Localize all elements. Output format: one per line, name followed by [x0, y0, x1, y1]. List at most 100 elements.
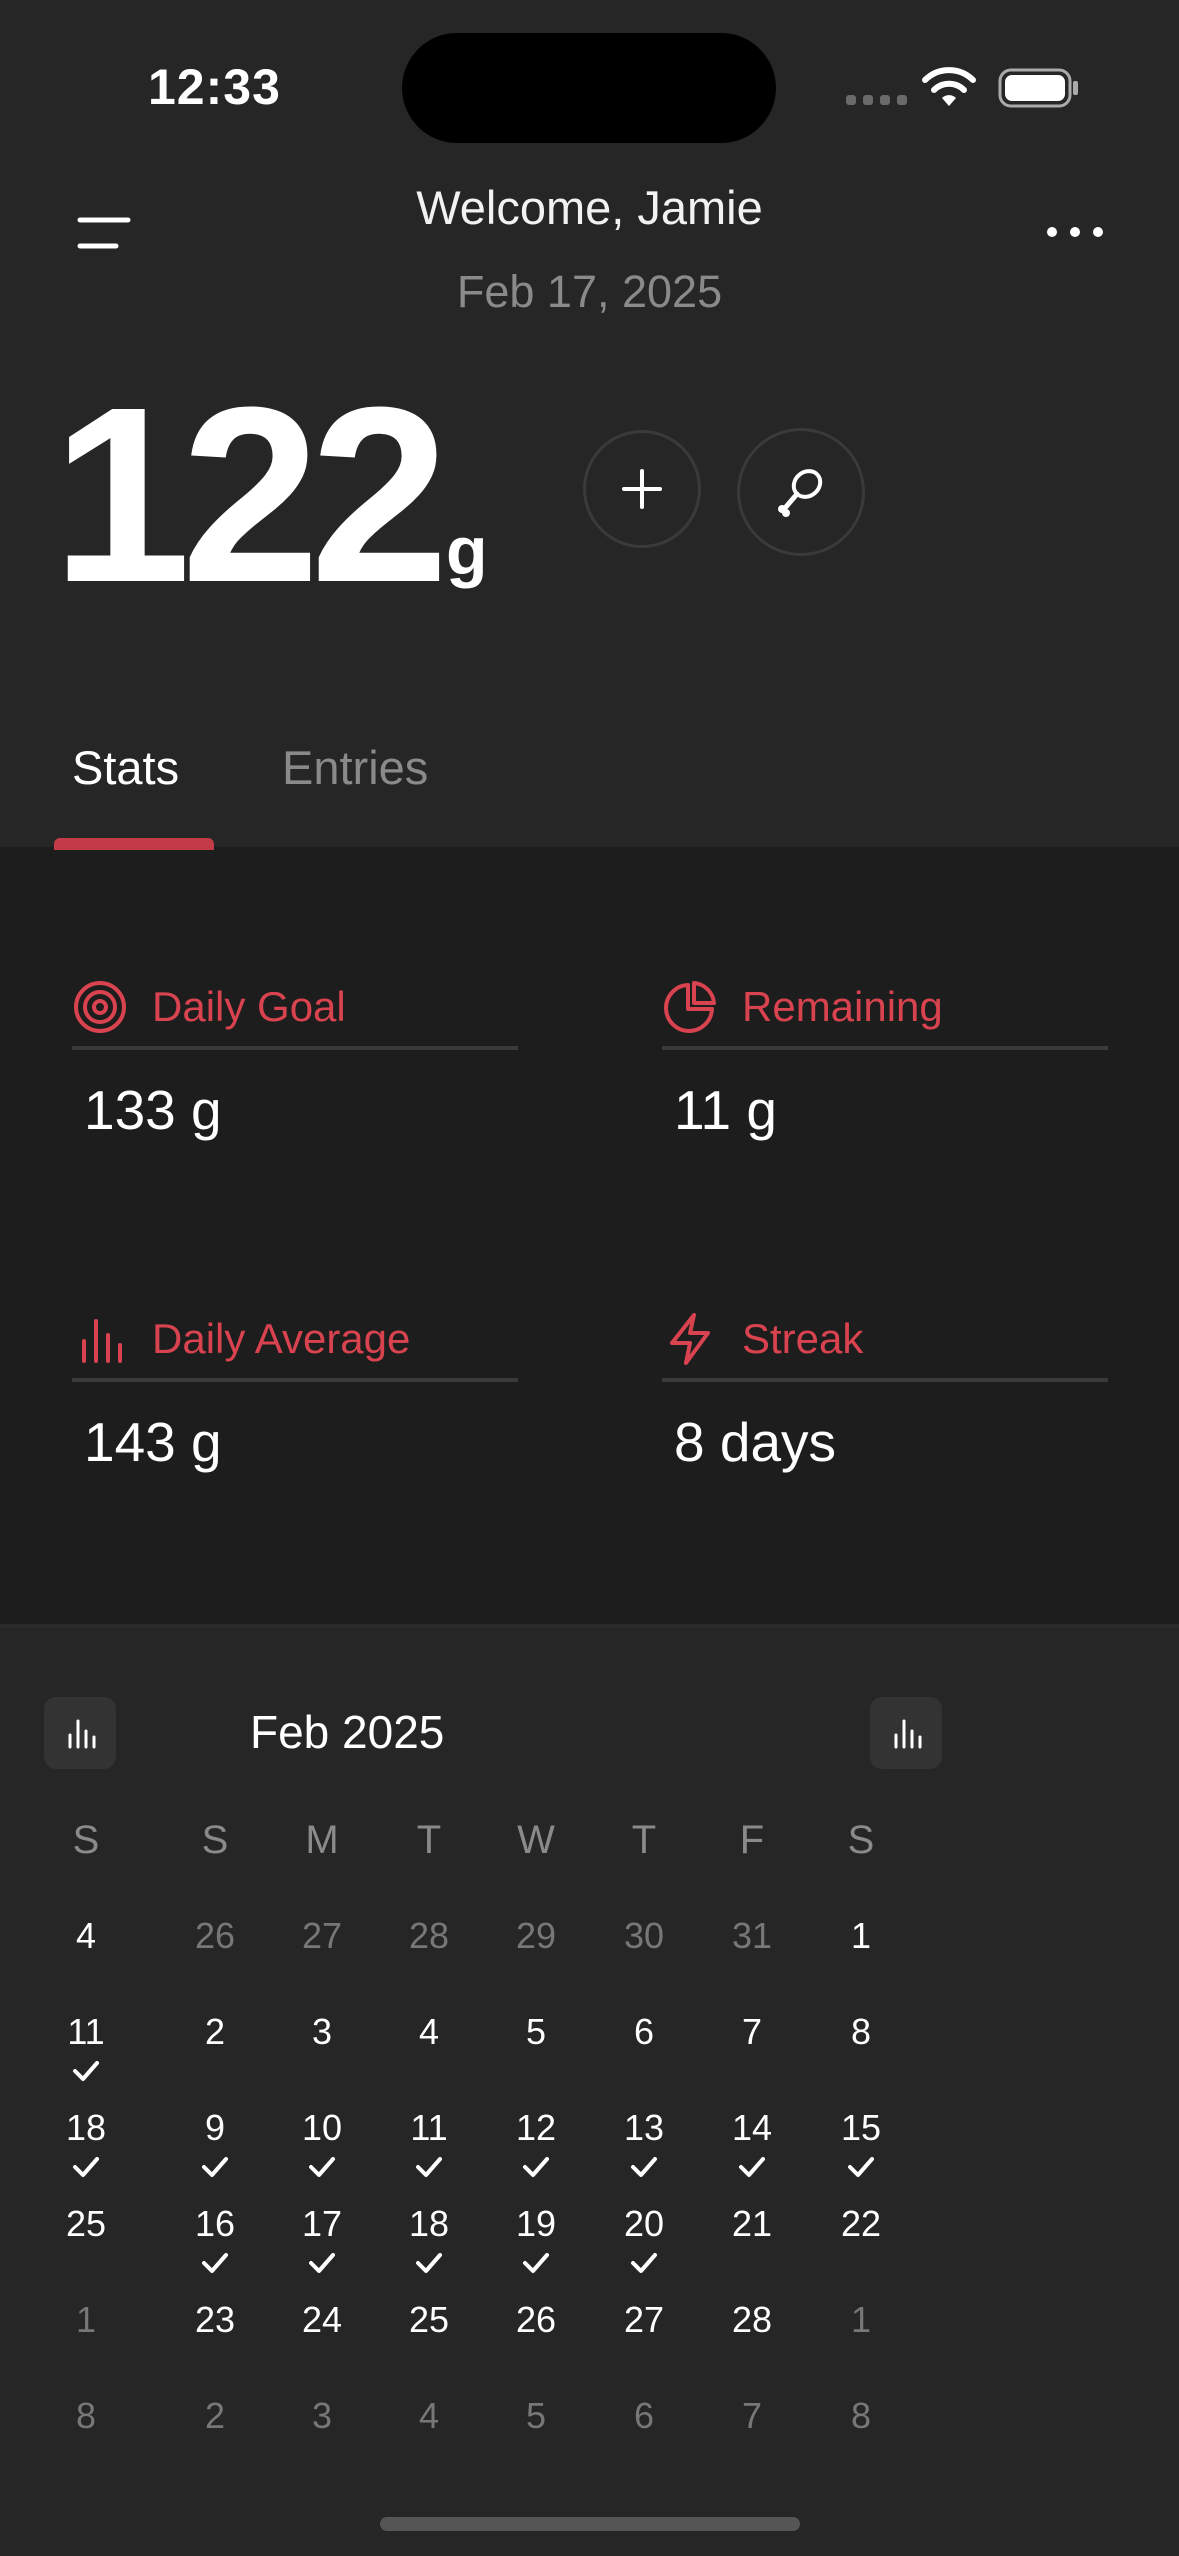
plus-icon — [622, 469, 662, 509]
check-icon — [379, 2155, 479, 2184]
check-icon — [165, 2251, 265, 2280]
stat-label: Remaining — [742, 983, 943, 1030]
calendar-day[interactable]: 5 — [486, 2011, 586, 2053]
wifi-icon — [922, 67, 976, 106]
calendar-day[interactable]: 27 — [594, 2299, 694, 2341]
active-tab-indicator — [54, 838, 214, 850]
calendar-day[interactable]: 12 — [486, 2107, 586, 2149]
check-icon — [272, 2155, 372, 2184]
calendar-day[interactable]: 8 — [811, 2395, 911, 2437]
weekday-label: S — [201, 1818, 229, 1862]
more-options-button[interactable] — [1040, 210, 1110, 250]
calendar-day[interactable]: 19 — [486, 2203, 586, 2245]
weekly-chart-button[interactable] — [44, 1697, 116, 1769]
calendar-month-title: Feb 2025 — [250, 1706, 445, 1758]
check-icon — [486, 2251, 586, 2280]
tab-stats[interactable]: Stats — [72, 740, 179, 795]
calendar-day[interactable]: 15 — [811, 2107, 911, 2149]
week-summary-day[interactable]: 25 — [36, 2203, 136, 2245]
weekday-label: S — [847, 1818, 875, 1862]
week-summary-header: S — [72, 1818, 100, 1862]
week-summary-day[interactable]: 1 — [36, 2299, 136, 2341]
calendar-day[interactable]: 2 — [165, 2395, 265, 2437]
lightning-icon — [670, 1313, 710, 1365]
check-icon — [379, 2251, 479, 2280]
calendar-day[interactable]: 4 — [379, 2011, 479, 2053]
calendar-day[interactable]: 7 — [702, 2011, 802, 2053]
calendar-day[interactable]: 26 — [165, 1915, 265, 1957]
monthly-chart-button[interactable] — [870, 1697, 942, 1769]
calendar-day[interactable]: 13 — [594, 2107, 694, 2149]
protein-total-unit: g — [446, 513, 488, 589]
calendar-day[interactable]: 3 — [272, 2395, 372, 2437]
calendar-day[interactable]: 23 — [165, 2299, 265, 2341]
weekday-label: W — [517, 1818, 555, 1862]
target-icon — [74, 981, 126, 1033]
bar-chart-icon — [68, 1719, 96, 1749]
calendar-day[interactable]: 22 — [811, 2203, 911, 2245]
check-icon — [811, 2155, 911, 2184]
calendar-day[interactable]: 30 — [594, 1915, 694, 1957]
calendar-day[interactable]: 7 — [702, 2395, 802, 2437]
calendar-day[interactable]: 1 — [811, 2299, 911, 2341]
current-date: Feb 17, 2025 — [456, 266, 723, 317]
check-icon — [36, 2059, 136, 2088]
calendar-day[interactable]: 17 — [272, 2203, 372, 2245]
week-summary-day[interactable]: 18 — [36, 2107, 136, 2149]
battery-icon — [998, 68, 1078, 108]
calendar-day[interactable]: 3 — [272, 2011, 372, 2053]
calendar-day[interactable]: 8 — [811, 2011, 911, 2053]
check-icon — [702, 2155, 802, 2184]
calendar-day[interactable]: 16 — [165, 2203, 265, 2245]
pie-icon — [664, 981, 716, 1033]
week-summary-day[interactable]: 8 — [36, 2395, 136, 2437]
calendar-day[interactable]: 11 — [379, 2107, 479, 2149]
calendar-day[interactable]: 29 — [486, 1915, 586, 1957]
calendar-day[interactable]: 6 — [594, 2395, 694, 2437]
stat-value: 8 days — [674, 1411, 837, 1473]
week-summary-day[interactable]: 4 — [36, 1915, 136, 1957]
calendar-day[interactable]: 21 — [702, 2203, 802, 2245]
weekday-label: M — [305, 1818, 339, 1862]
check-icon — [36, 2155, 136, 2184]
calendar-day[interactable]: 31 — [702, 1915, 802, 1957]
stat-label: Daily Average — [152, 1315, 411, 1362]
calendar-day[interactable]: 26 — [486, 2299, 586, 2341]
calendar-day[interactable]: 25 — [379, 2299, 479, 2341]
status-bar: 12:33 — [0, 0, 1179, 170]
drumstick-icon — [778, 469, 823, 517]
calendar-day[interactable]: 27 — [272, 1915, 372, 1957]
bar-chart-icon — [894, 1719, 922, 1749]
week-summary-day[interactable]: 11 — [36, 2011, 136, 2053]
stat-label: Streak — [742, 1315, 864, 1362]
tab-entries[interactable]: Entries — [282, 740, 428, 795]
stat-value: 133 g — [84, 1079, 222, 1141]
calendar-day[interactable]: 24 — [272, 2299, 372, 2341]
stat-daily-goal: Daily Goal 133 g — [72, 980, 518, 1142]
welcome-title: Welcome, Jamie — [416, 181, 763, 234]
calendar-day[interactable]: 18 — [379, 2203, 479, 2245]
add-entry-button[interactable] — [583, 430, 701, 548]
check-icon — [486, 2155, 586, 2184]
calendar-day[interactable]: 20 — [594, 2203, 694, 2245]
calendar-day[interactable]: 2 — [165, 2011, 265, 2053]
calendar-day[interactable]: 9 — [165, 2107, 265, 2149]
tab-bar: Stats Entries — [0, 740, 1179, 850]
food-button[interactable] — [737, 428, 865, 556]
stat-value: 11 g — [674, 1079, 777, 1141]
calendar-day[interactable]: 5 — [486, 2395, 586, 2437]
check-icon — [594, 2251, 694, 2280]
calendar-day[interactable]: 28 — [702, 2299, 802, 2341]
calendar-day[interactable]: 6 — [594, 2011, 694, 2053]
check-icon — [594, 2155, 694, 2184]
calendar-day[interactable]: 10 — [272, 2107, 372, 2149]
calendar-day[interactable]: 28 — [379, 1915, 479, 1957]
stat-label: Daily Goal — [152, 983, 346, 1030]
calendar-day[interactable]: 14 — [702, 2107, 802, 2149]
weekday-label: F — [739, 1818, 765, 1862]
calendar-day[interactable]: 4 — [379, 2395, 479, 2437]
protein-total-value: 122 — [52, 355, 449, 634]
calendar-day[interactable]: 1 — [811, 1915, 911, 1957]
bar-chart-icon — [82, 1319, 122, 1363]
stat-remaining: Remaining 11 g — [662, 980, 1108, 1142]
